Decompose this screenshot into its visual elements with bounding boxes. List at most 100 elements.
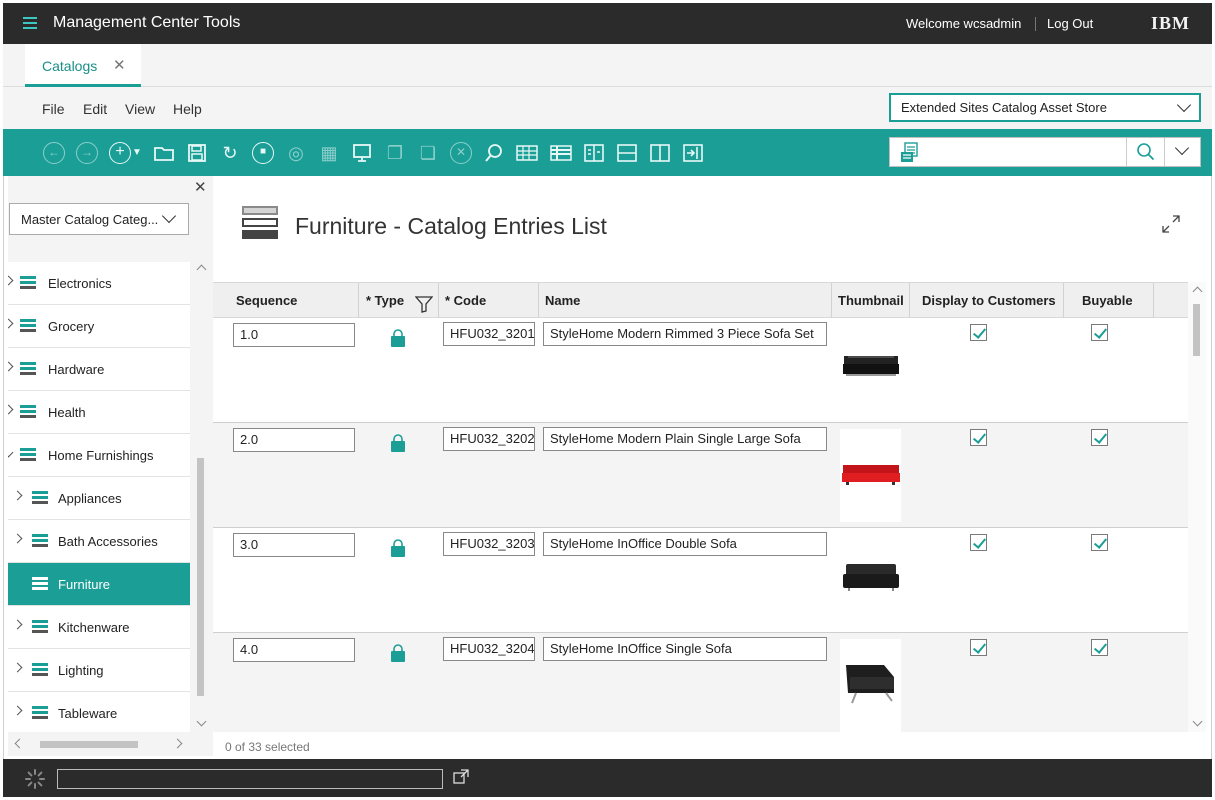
column-thumbnail[interactable]: Thumbnail [838, 293, 904, 308]
chevron-right-icon[interactable] [12, 705, 23, 716]
display-checkbox[interactable] [970, 429, 987, 446]
column-sequence[interactable]: Sequence [236, 293, 297, 308]
chevron-right-icon[interactable] [12, 619, 23, 630]
search-options-button[interactable] [1164, 138, 1200, 166]
globe-icon[interactable]: ◎ [285, 142, 307, 164]
chevron-right-icon[interactable] [12, 490, 23, 501]
menu-help[interactable]: Help [173, 101, 202, 117]
chevron-right-icon[interactable] [8, 361, 14, 372]
tree-item-home-furnishings[interactable]: Home Furnishings [8, 434, 190, 477]
paste-icon[interactable]: ❏ [417, 142, 439, 164]
chevron-right-icon[interactable] [12, 662, 23, 673]
maximize-icon[interactable] [1161, 214, 1181, 234]
chevron-up-icon[interactable] [196, 264, 207, 275]
menu-icon[interactable] [23, 17, 37, 29]
find-icon[interactable] [483, 142, 505, 164]
search-button[interactable] [1126, 138, 1164, 166]
save-icon[interactable] [186, 142, 208, 164]
split-vertical-icon[interactable] [649, 142, 671, 164]
logout-link[interactable]: Log Out [1047, 16, 1093, 31]
buyable-checkbox[interactable] [1091, 639, 1108, 656]
sequence-input[interactable]: 4.0 [233, 638, 355, 662]
split-horizontal-icon[interactable] [616, 142, 638, 164]
collapse-icon[interactable] [682, 142, 704, 164]
tree-item-grocery[interactable]: Grocery [8, 305, 190, 348]
tree-item-health[interactable]: Health [8, 391, 190, 434]
name-input[interactable]: StyleHome InOffice Double Sofa [543, 532, 827, 556]
menu-edit[interactable]: Edit [83, 101, 107, 117]
column-display[interactable]: Display to Customers [922, 293, 1056, 308]
code-input[interactable]: HFU032_3204 [443, 637, 535, 661]
column-buyable[interactable]: Buyable [1082, 293, 1133, 308]
column-type[interactable]: * Type [366, 293, 404, 308]
name-input[interactable]: StyleHome InOffice Single Sofa [543, 637, 827, 661]
close-icon[interactable]: ✕ [194, 178, 207, 196]
chevron-right-icon[interactable] [8, 318, 14, 329]
message-field[interactable] [57, 769, 443, 789]
table-edit-icon[interactable] [549, 142, 572, 164]
compare-icon[interactable] [583, 142, 605, 164]
catalog-search-type-icon[interactable] [900, 142, 918, 162]
popout-icon[interactable] [453, 769, 469, 785]
buyable-checkbox[interactable] [1091, 324, 1108, 341]
tree-item-furniture[interactable]: Furniture [8, 563, 190, 606]
chevron-right-icon[interactable] [8, 404, 14, 415]
display-checkbox[interactable] [970, 324, 987, 341]
chevron-down-icon[interactable] [8, 447, 14, 458]
catalog-filter-select[interactable]: Master Catalog Categ... [9, 203, 189, 235]
delete-icon[interactable]: ✕ [450, 142, 472, 164]
chevron-up-icon[interactable] [1192, 286, 1203, 297]
display-checkbox[interactable] [970, 534, 987, 551]
new-icon[interactable]: + [109, 142, 131, 164]
tree-item-kitchenware[interactable]: Kitchenware [8, 606, 190, 649]
tree-item-bath-accessories[interactable]: Bath Accessories [8, 520, 190, 563]
column-code[interactable]: * Code [445, 293, 486, 308]
code-input[interactable]: HFU032_3202 [443, 427, 535, 451]
tab-catalogs[interactable]: Catalogs ✕ [25, 44, 141, 87]
table-row[interactable]: 1.0 HFU032_3201 StyleHome Modern Rimmed … [213, 318, 1188, 423]
name-input[interactable]: StyleHome Modern Plain Single Large Sofa [543, 427, 827, 451]
tree-item-electronics[interactable]: Electronics [8, 262, 190, 305]
preview-icon[interactable] [351, 142, 373, 164]
open-icon[interactable] [153, 142, 175, 164]
tree-item-appliances[interactable]: Appliances [8, 477, 190, 520]
tree-vertical-scrollbar[interactable] [194, 262, 208, 732]
grid-icon[interactable]: ▦ [318, 142, 340, 164]
display-checkbox[interactable] [970, 639, 987, 656]
code-input[interactable]: HFU032_3201 [443, 322, 535, 346]
tree-item-lighting[interactable]: Lighting [8, 649, 190, 692]
code-input[interactable]: HFU032_3203 [443, 532, 535, 556]
buyable-checkbox[interactable] [1091, 534, 1108, 551]
sequence-input[interactable]: 3.0 [233, 533, 355, 557]
scrollbar-thumb[interactable] [40, 741, 138, 748]
copy-icon[interactable]: ❐ [384, 142, 406, 164]
grid-vertical-scrollbar[interactable] [1188, 282, 1206, 732]
sequence-input[interactable]: 1.0 [233, 323, 355, 347]
scrollbar-thumb[interactable] [1193, 304, 1200, 356]
chevron-right-icon[interactable] [12, 533, 23, 544]
chevron-right-icon[interactable] [8, 275, 14, 286]
table-row[interactable]: 3.0 HFU032_3203 StyleHome InOffice Doubl… [213, 528, 1188, 633]
name-input[interactable]: StyleHome Modern Rimmed 3 Piece Sofa Set [543, 322, 827, 346]
table-row[interactable]: 4.0 HFU032_3204 StyleHome InOffice Singl… [213, 633, 1188, 732]
chevron-down-icon[interactable]: ▼ [131, 142, 143, 164]
tree-item-tableware[interactable]: Tableware [8, 692, 190, 732]
back-icon[interactable]: ← [43, 142, 65, 164]
chevron-down-icon[interactable] [1192, 716, 1203, 727]
scrollbar-thumb[interactable] [197, 458, 204, 696]
filter-icon[interactable] [414, 295, 434, 316]
forward-icon[interactable]: → [76, 142, 98, 164]
table-icon[interactable] [515, 142, 538, 164]
chevron-left-icon[interactable] [14, 738, 25, 749]
sequence-input[interactable]: 2.0 [233, 428, 355, 452]
store-select[interactable]: Extended Sites Catalog Asset Store [889, 93, 1201, 122]
menu-file[interactable]: File [42, 101, 65, 117]
chevron-down-icon[interactable] [196, 716, 207, 727]
column-name[interactable]: Name [545, 293, 580, 308]
buyable-checkbox[interactable] [1091, 429, 1108, 446]
tree-horizontal-scrollbar[interactable] [8, 736, 194, 752]
close-icon[interactable]: ✕ [113, 56, 126, 74]
chevron-right-icon[interactable] [172, 738, 183, 749]
refresh-icon[interactable]: ↻ [219, 142, 241, 164]
table-row[interactable]: 2.0 HFU032_3202 StyleHome Modern Plain S… [213, 423, 1188, 528]
